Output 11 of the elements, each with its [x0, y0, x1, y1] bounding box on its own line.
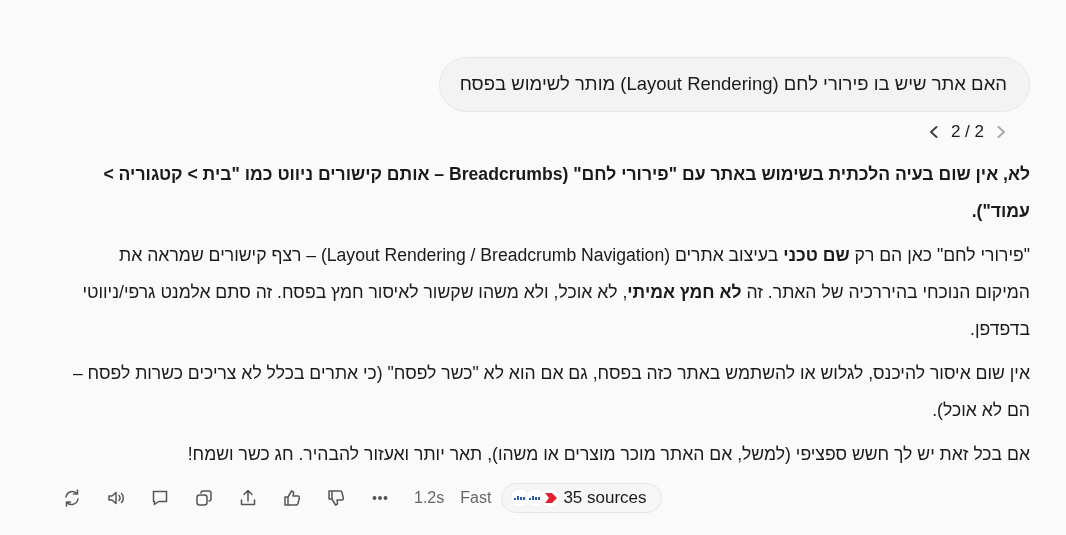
chevron-left-icon[interactable]: [929, 125, 938, 139]
answer-paragraph: אין שום איסור להיכנס, לגלוש או להשתמש באתר כזה בפסח, גם אם הוא לא "כשר לפסח" (כי אתרים בכלל לא צריכים כשרות לפסח – הם לא אוכל).: [71, 362, 1030, 422]
answer-paragraph: "פירורי לחם" כאן הם רק שם טכני בעיצוב אתרים (Layout Rendering / Breadcrumb Navigation) – רצף קישורים שמראה את המיקום הנוכחי בהיררכיה של האתר. זה לא חמץ אמיתי, לא אוכל, ולא משהו שקשור לאיסור חמץ בפסח. זה סתם אלמנט גרפי/ניווטי בדפדפן.: [81, 244, 1030, 341]
sources-button[interactable]: 35 sources: [501, 483, 662, 513]
mode-label: Fast: [460, 489, 492, 507]
favicon-icon: [540, 488, 561, 508]
page-counter: 2 / 2: [950, 122, 984, 142]
user-message: האם אתר שיש בו פירורי לחם (Layout Rendering) מותר לשימוש בפסח: [438, 57, 1030, 112]
response-time: 1.2s: [414, 489, 445, 507]
answer-paragraph: לא, אין שום בעיה הלכתית בשימוש באתר עם "פירורי לחם" (Breadcrumbs – אותם קישורים ניווט כמו "בית > קטגוריה > עמוד").: [102, 163, 1030, 223]
answer-paragraph: אם בכל זאת יש לך חשש ספציפי (למשל, אם האתר מוכר מוצרים או משהו), תאר יותר ואעזור להבהיר. חג כשר ושמח!: [186, 443, 1030, 466]
